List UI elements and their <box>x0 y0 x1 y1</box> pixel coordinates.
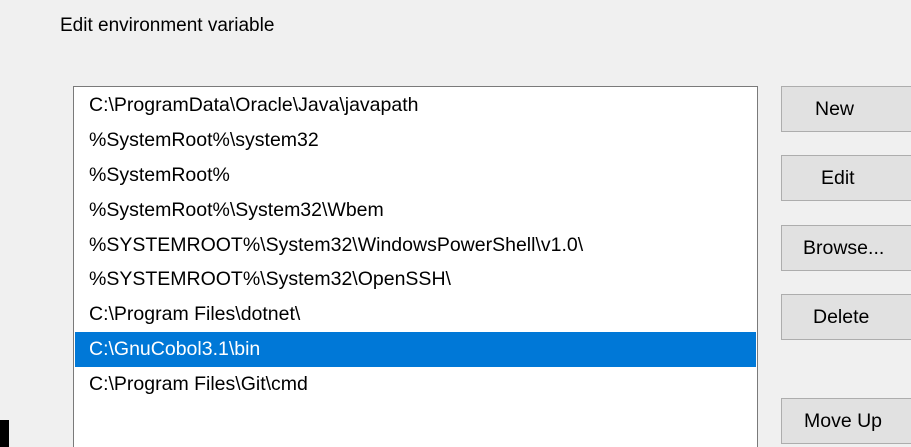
browse-button[interactable]: Browse... <box>781 225 911 271</box>
path-list-item[interactable]: %SYSTEMROOT%\System32\OpenSSH\ <box>75 262 756 297</box>
path-list-item-empty[interactable] <box>75 402 756 437</box>
edit-button[interactable]: Edit <box>781 155 911 201</box>
path-list-item[interactable]: %SystemRoot% <box>75 158 756 193</box>
path-list-item[interactable]: C:\ProgramData\Oracle\Java\javapath <box>75 88 756 123</box>
delete-button[interactable]: Delete <box>781 294 911 340</box>
new-button[interactable]: New <box>781 86 911 132</box>
edit-env-variable-dialog: Edit environment variable C:\ProgramData… <box>0 0 911 447</box>
cursor-mark <box>0 420 9 447</box>
path-list-item[interactable]: %SystemRoot%\system32 <box>75 123 756 158</box>
path-list-item-selected[interactable]: C:\GnuCobol3.1\bin <box>75 332 756 368</box>
dialog-title: Edit environment variable <box>60 15 275 36</box>
path-list[interactable]: C:\ProgramData\Oracle\Java\javapath %Sys… <box>73 86 758 447</box>
path-list-item[interactable]: C:\Program Files\Git\cmd <box>75 367 756 402</box>
move-up-button[interactable]: Move Up <box>781 398 911 444</box>
path-list-item[interactable]: C:\Program Files\dotnet\ <box>75 297 756 332</box>
path-list-item[interactable]: %SYSTEMROOT%\System32\WindowsPowerShell\… <box>75 228 756 263</box>
path-list-item[interactable]: %SystemRoot%\System32\Wbem <box>75 193 756 228</box>
